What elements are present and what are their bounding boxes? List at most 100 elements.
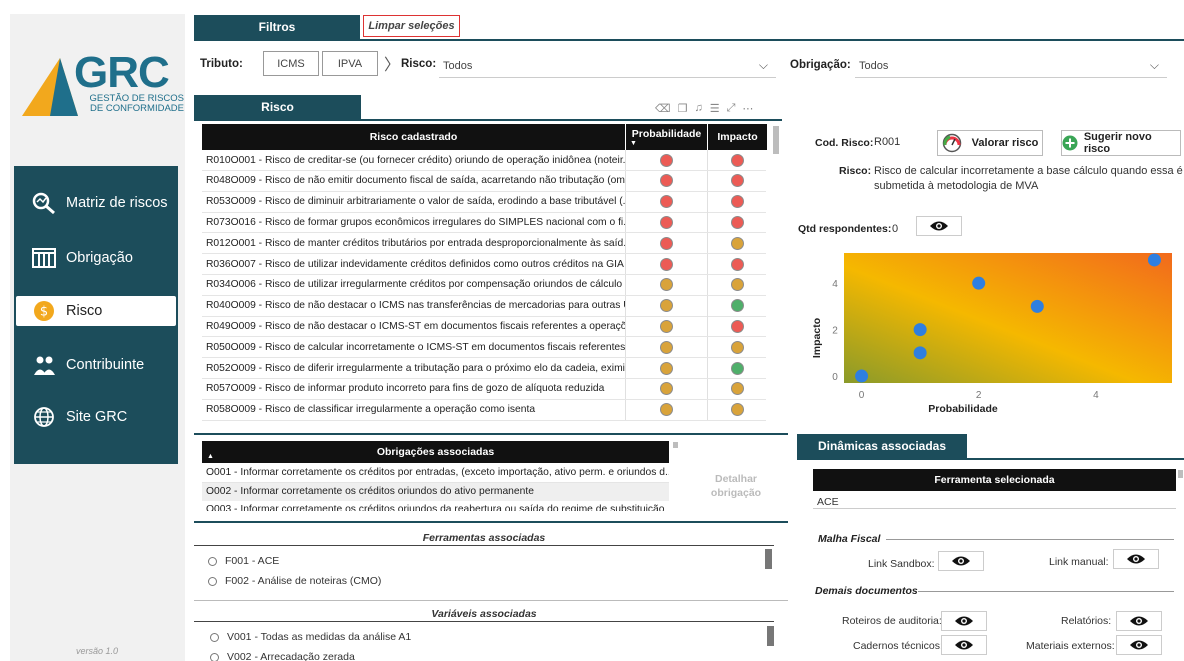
variaveis-scrollbar[interactable] [767, 626, 774, 646]
status-dot [660, 382, 673, 396]
status-dot [660, 340, 673, 354]
risk-table-row[interactable]: R036O007 - Risco de utilizar indevidamen… [202, 254, 766, 275]
nav-item-obrigacao[interactable]: Obrigação [16, 243, 176, 273]
ferramenta-selecionada-value[interactable]: ACE [817, 496, 839, 508]
cadernos-button[interactable] [941, 635, 987, 655]
dinamicas-scrollbar[interactable] [1178, 470, 1183, 478]
risco-dropdown[interactable]: Todos ⌵ [439, 54, 776, 78]
data-point [1030, 299, 1044, 313]
tab-dinamicas[interactable]: Dinâmicas associadas [797, 434, 967, 458]
ferramenta-option[interactable]: F002 - Análise de noteiras (CMO) [208, 575, 381, 587]
obrigacoes-top-divider [194, 433, 788, 435]
risk-name-cell: R057O009 - Risco de informar produto inc… [206, 383, 605, 395]
probabilidade-cell [625, 150, 707, 170]
eye-icon [1127, 554, 1145, 564]
status-dot [660, 257, 673, 271]
risk-table-scrollbar[interactable] [773, 126, 779, 154]
risk-table-header-risco[interactable]: Risco cadastrado [202, 124, 625, 150]
tributo-icms-chip[interactable]: ICMS [263, 51, 319, 76]
obrigacao-row[interactable]: O001 - Informar corretamente os créditos… [202, 463, 669, 483]
x-tick-label: 0 [859, 390, 865, 401]
radio-icon [210, 652, 219, 661]
probabilidade-cell [625, 295, 707, 316]
obrigacao-row[interactable]: O003 - Informar corretamente os créditos… [202, 501, 669, 511]
status-dot [730, 403, 744, 417]
risk-table-header-impacto[interactable]: Impacto [708, 124, 767, 150]
status-dot [730, 257, 744, 271]
risk-table-row[interactable]: R058O009 - Risco de classificar irregula… [202, 399, 766, 421]
variavel-label: V001 - Todas as medidas da análise A1 [227, 631, 412, 643]
tributo-ipva-chip[interactable]: IPVA [322, 51, 378, 76]
ferramentas-scrollbar[interactable] [765, 549, 772, 569]
materiais-button[interactable] [1116, 635, 1162, 655]
risk-table-header-probabilidade[interactable]: Probabilidade ▼ [626, 124, 707, 150]
risco-divider [194, 119, 782, 121]
variavel-option[interactable]: V002 - Arrecadação zerada [210, 651, 355, 661]
qtd-respondentes-value: 0 [892, 223, 899, 235]
variavel-option[interactable]: V001 - Todas as medidas da análise A1 [210, 631, 411, 643]
sugerir-novo-risco-label: Sugerir novo risco [1083, 131, 1152, 155]
link-manual-button[interactable] [1113, 549, 1159, 569]
nav-item-contribuinte[interactable]: Contribuinte [16, 350, 176, 380]
x-axis-label: Probabilidade [928, 403, 998, 415]
y-axis-label: Impacto [811, 318, 823, 358]
risk-table-row[interactable]: R010O001 - Risco de creditar-se (ou forn… [202, 150, 766, 171]
status-dot [660, 174, 673, 188]
globe-icon [30, 405, 58, 429]
obrigacoes-header-label: Obrigações associadas [376, 446, 495, 458]
risk-table-row[interactable]: R052O009 - Risco de diferir irregularmen… [202, 358, 766, 379]
copy-icon[interactable]: ❐ [678, 102, 688, 115]
risk-table-row[interactable]: R048O009 - Risco de não emitir documento… [202, 170, 766, 192]
obrigacoes-header[interactable]: Obrigações associadas ▲ [202, 441, 669, 463]
relatorios-button[interactable] [1116, 611, 1162, 631]
nav-item-site[interactable]: Site GRC [16, 402, 176, 432]
radio-icon [208, 576, 217, 586]
risk-table-row[interactable]: R012O001 - Risco de manter créditos trib… [202, 233, 766, 255]
link-sandbox-button[interactable] [938, 551, 984, 571]
expand-icon[interactable]: ⤢ [727, 102, 736, 115]
nav-item-risco[interactable]: $ Risco [16, 296, 176, 326]
view-respondentes-button[interactable] [916, 216, 962, 236]
eraser-icon[interactable]: ⌫ [655, 102, 671, 115]
obrigacoes-bottom-divider [194, 521, 788, 523]
y-tick-label: 2 [832, 326, 838, 337]
demais-line [918, 591, 1174, 592]
plus-circle-icon [1062, 135, 1078, 151]
obrigacao-row[interactable]: O002 - Informar corretamente os créditos… [202, 483, 669, 501]
risk-table-row[interactable]: R053O009 - Risco de diminuir arbitrariam… [202, 191, 766, 213]
roteiros-button[interactable] [941, 611, 987, 631]
logo-subtitle: GESTÃO DE RISCOS DE CONFORMIDADE [89, 93, 185, 114]
more-icon[interactable]: ⋯ [742, 102, 753, 115]
cadernos-label: Cadernos técnicos: [853, 640, 943, 652]
nav-item-matriz[interactable]: Matriz de riscos [16, 188, 176, 218]
valorar-risco-label: Valorar risco [971, 137, 1039, 149]
clear-selections-button[interactable]: Limpar seleções [363, 15, 460, 37]
obrigacao-dropdown[interactable]: Todos ⌵ [855, 54, 1167, 78]
data-point [1147, 253, 1161, 267]
detalhar-obrigacao-button[interactable]: Detalhar obrigação [706, 472, 766, 500]
sugerir-novo-risco-button[interactable]: Sugerir novo risco [1061, 130, 1181, 156]
tab-filtros[interactable]: Filtros [194, 15, 360, 39]
valorar-risco-button[interactable]: Valorar risco [937, 130, 1043, 156]
risk-table-row[interactable]: R073O016 - Risco de formar grupos econôm… [202, 212, 766, 234]
data-point [913, 346, 927, 360]
risk-table-row[interactable]: R050O009 - Risco de calcular incorretame… [202, 337, 766, 359]
probabilidade-cell [625, 274, 707, 295]
probabilidade-cell [625, 212, 707, 233]
materiais-label: Materiais externos: [1026, 640, 1115, 652]
y-tick-label: 4 [832, 279, 838, 290]
filter-icon[interactable]: ☰ [710, 102, 720, 115]
nav-item-label: Site GRC [66, 409, 128, 425]
data-point [913, 323, 927, 337]
impacto-cell [707, 378, 766, 399]
tab-risco[interactable]: Risco [194, 95, 361, 119]
bell-icon[interactable]: ♫ [694, 102, 702, 115]
risk-table-row[interactable]: R049O009 - Risco de não destacar o ICMS-… [202, 316, 766, 338]
risk-table-row[interactable]: R034O006 - Risco de utilizar irregularme… [202, 274, 766, 296]
ferramenta-option[interactable]: F001 - ACE [208, 555, 279, 567]
malha-line [886, 539, 1174, 540]
risk-table-row[interactable]: R057O009 - Risco de informar produto inc… [202, 378, 766, 400]
status-dot [660, 236, 673, 250]
risk-table-row[interactable]: R040O009 - Risco de não destacar o ICMS … [202, 295, 766, 317]
obrigacoes-scrollbar[interactable] [673, 442, 678, 448]
